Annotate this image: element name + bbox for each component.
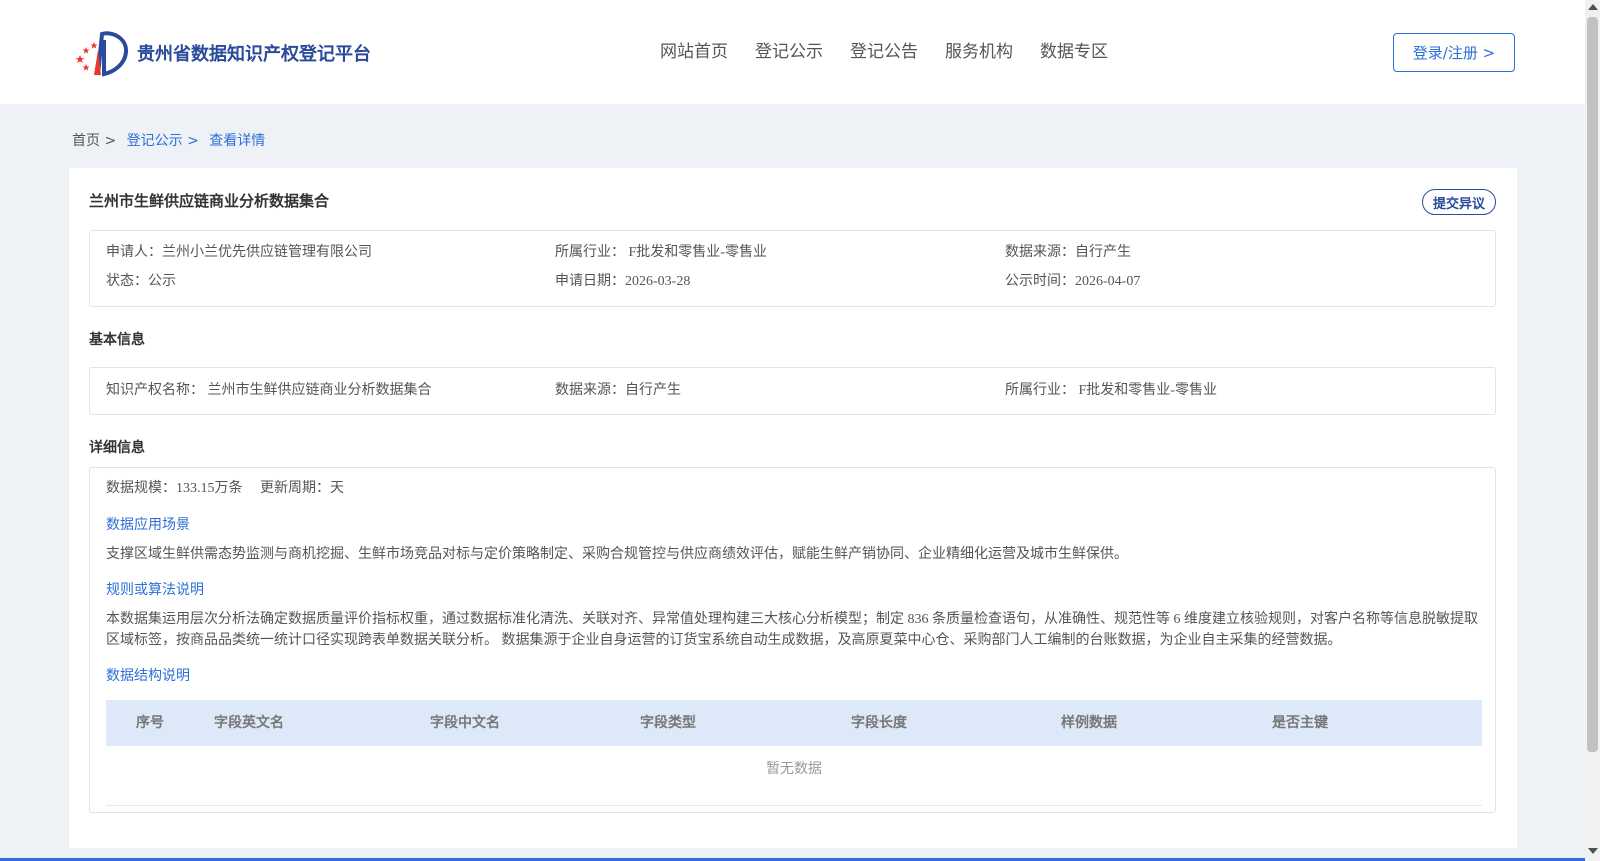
login-register-button[interactable]: 登录/注册 >	[1393, 33, 1515, 72]
detail-info-title: 详细信息	[89, 440, 145, 456]
nav-registration-public[interactable]: 登记公示	[755, 38, 823, 66]
detail-info-box: 数据规模：133.15万条 更新周期：天 数据应用场景 支撑区域生鲜供需态势监测…	[89, 467, 1496, 813]
scroll-down-arrow-icon[interactable]	[1588, 848, 1598, 854]
data-source: 数据来源：自行产生	[1005, 245, 1131, 260]
basic-info-box: 知识产权名称： 兰州市生鲜供应链商业分析数据集合 数据来源：自行产生 所属行业：…	[89, 367, 1496, 415]
summary-box: 申请人：兰州小兰优先供应链管理有限公司 所属行业： F批发和零售业-零售业 数据…	[89, 230, 1496, 307]
th-field-en: 字段英文名	[214, 715, 284, 731]
th-field-cn: 字段中文名	[430, 715, 500, 731]
scenario-title: 数据应用场景	[106, 517, 190, 533]
main-nav: 网站首页 登记公示 登记公告 服务机构 数据专区	[660, 38, 1135, 66]
apply-date: 申请日期：2026-03-28	[555, 274, 691, 289]
applicant: 申请人：兰州小兰优先供应链管理有限公司	[106, 245, 372, 260]
structure-title: 数据结构说明	[106, 668, 190, 684]
th-index: 序号	[136, 715, 164, 731]
scroll-thumb[interactable]	[1587, 17, 1598, 752]
vertical-scrollbar[interactable]	[1585, 0, 1600, 861]
basic-industry: 所属行业： F批发和零售业-零售业	[1005, 383, 1217, 398]
scenario-text: 支撑区域生鲜供需态势监测与商机挖掘、生鲜市场竞品对标与定价策略制定、采购合规管控…	[106, 547, 1128, 562]
breadcrumb-current: 查看详情	[209, 133, 266, 149]
top-header: 贵州省数据知识产权登记平台 网站首页 登记公示 登记公告 服务机构 数据专区 登…	[0, 0, 1585, 104]
nav-data-zone[interactable]: 数据专区	[1040, 38, 1108, 66]
data-scale: 数据规模：133.15万条	[106, 481, 243, 496]
ip-name: 知识产权名称： 兰州市生鲜供应链商业分析数据集合	[106, 383, 432, 398]
status: 状态：公示	[106, 274, 176, 289]
industry: 所属行业： F批发和零售业-零售业	[555, 245, 767, 260]
empty-table-text: 暂无数据	[766, 761, 822, 777]
basic-info-title: 基本信息	[89, 332, 145, 348]
basic-data-source: 数据来源：自行产生	[555, 383, 681, 398]
publish-date: 公示时间：2026-04-07	[1005, 274, 1141, 289]
scroll-up-arrow-icon[interactable]	[1588, 4, 1598, 10]
th-sample-data: 样例数据	[1061, 715, 1117, 731]
nav-home[interactable]: 网站首页	[660, 38, 728, 66]
th-primary-key: 是否主键	[1272, 715, 1328, 731]
detail-card: 兰州市生鲜供应链商业分析数据集合 提交异议 申请人：兰州小兰优先供应链管理有限公…	[69, 168, 1517, 848]
breadcrumb: 首页 > 登记公示 > 查看详情	[72, 131, 265, 151]
th-field-length: 字段长度	[851, 715, 907, 731]
submit-objection-button[interactable]: 提交异议	[1422, 189, 1496, 215]
th-field-type: 字段类型	[640, 715, 696, 731]
nav-service-agencies[interactable]: 服务机构	[945, 38, 1013, 66]
breadcrumb-registration-public[interactable]: 登记公示 >	[127, 133, 199, 149]
rule-title: 规则或算法说明	[106, 582, 204, 598]
update-cycle: 更新周期：天	[260, 481, 344, 496]
table-divider	[106, 805, 1482, 806]
page-title: 兰州市生鲜供应链商业分析数据集合	[89, 192, 330, 210]
site-logo-icon[interactable]	[72, 28, 132, 78]
structure-table-header: 序号 字段英文名 字段中文名 字段类型 字段长度 样例数据 是否主键	[106, 700, 1482, 746]
nav-registration-notice[interactable]: 登记公告	[850, 38, 918, 66]
rule-text: 本数据集运用层次分析法确定数据质量评价指标权重，通过数据标准化清洗、关联对齐、异…	[106, 612, 1478, 648]
site-name[interactable]: 贵州省数据知识产权登记平台	[137, 40, 371, 66]
breadcrumb-home[interactable]: 首页 >	[72, 133, 116, 149]
